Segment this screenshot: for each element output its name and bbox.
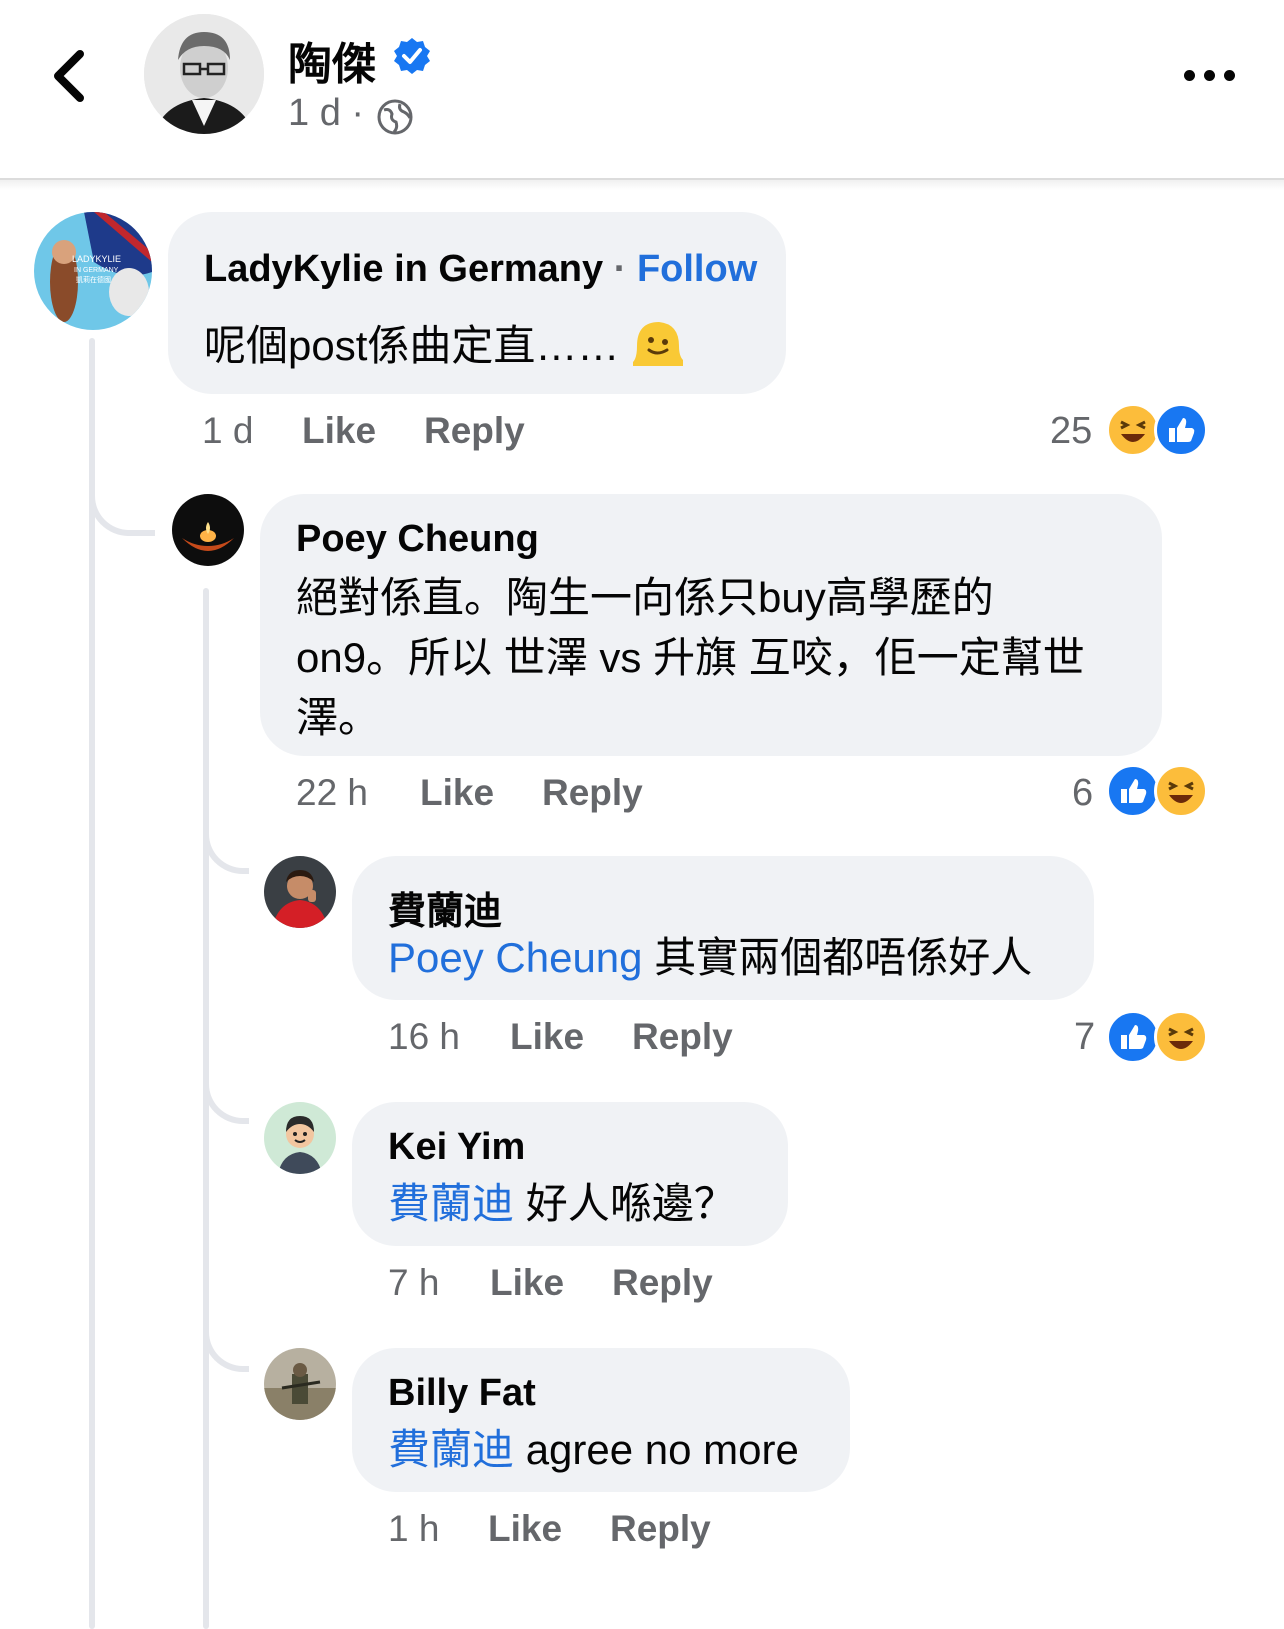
author-name[interactable]: LadyKylie in Germany [204,248,603,290]
more-button[interactable] [1180,56,1240,96]
thread-line-reply [203,588,209,1629]
reaction-count[interactable]: 7 [1074,1016,1095,1059]
avatar-subtext: IN GERMANY [74,267,119,274]
comment-time: 16 h [388,1016,461,1057]
comment-bubble: 費蘭迪 Poey Cheung 其實兩個都唔係好人 [352,856,1094,1000]
comment-time: 1 d [202,410,254,451]
avatar[interactable] [264,1348,336,1420]
comment-time: 7 h [388,1262,440,1303]
person-photo-icon [144,14,264,134]
comment-text: 絕對係直。陶生一向係只buy高學歷的 on9。所以 世澤 vs 升旗 互咬，佢一… [296,568,1146,748]
reply-button[interactable]: Reply [612,1262,713,1304]
reply-button[interactable]: Reply [424,410,525,452]
like-button[interactable]: Like [420,772,494,814]
haha-reaction-icon [1106,403,1160,457]
follow-separator: · [613,248,627,290]
comment-body: 好人喺邊？ [525,1180,736,1227]
comment-time: 1 h [388,1508,440,1549]
comment-body: 其實兩個都唔係好人 [654,934,1033,981]
page-avatar[interactable] [144,14,264,134]
comment-text: 費蘭迪 好人喺邊？ [388,1174,736,1234]
comment-author: LadyKylie in Germany · Follow [204,248,757,291]
reply-button[interactable]: Reply [610,1508,711,1550]
comment-author[interactable]: 費蘭迪 [388,880,502,935]
post-header: 陶傑 1 d · [0,0,1284,178]
like-button[interactable]: Like [510,1016,584,1058]
reaction-count[interactable]: 25 [1050,410,1092,453]
like-reaction-icon [1154,403,1208,457]
globe-icon [377,99,413,135]
thread-connector [203,1326,249,1372]
reply-button[interactable]: Reply [632,1016,733,1058]
thread-connector [203,1078,249,1124]
comment-text: Poey Cheung 其實兩個都唔係好人 [388,928,1032,988]
mention-link[interactable]: 費蘭迪 [388,1426,514,1473]
melting-face-emoji-icon [633,322,684,366]
more-horizontal-icon [1184,70,1195,81]
like-reaction-icon [1106,764,1160,818]
verified-badge-icon [394,38,430,74]
comment-body: agree no more [525,1426,799,1473]
comment-author[interactable]: Billy Fat [388,1372,536,1415]
mention-link[interactable]: Poey Cheung [388,934,643,981]
avatar[interactable]: LADYKYLIE IN GERMANY 凱莉在德國 [34,212,152,330]
avatar[interactable] [172,494,244,566]
thread-line-main [89,338,95,1629]
avatar-subtext-2: 凱莉在德國 [76,275,111,284]
reply-button[interactable]: Reply [542,772,643,814]
comment-bubble: Billy Fat 費蘭迪 agree no more [352,1348,850,1492]
comment-text: 呢個post係曲定直…… [204,316,685,376]
more-dot [1204,70,1215,81]
haha-reaction-icon [1154,1010,1208,1064]
back-button[interactable] [44,40,104,110]
avatar-text: LADYKYLIE [72,254,121,264]
follow-button[interactable]: Follow [637,248,757,290]
comment-time: 22 h [296,772,369,813]
thread-connector [203,828,249,874]
page-name[interactable]: 陶傑 [288,28,376,92]
comment-body: 呢個post係曲定直…… [204,322,620,369]
comment-text: 費蘭迪 agree no more [388,1420,799,1480]
chevron-left-icon [54,50,84,102]
comment-line: 澤。 [296,694,381,741]
like-button[interactable]: Like [302,410,376,452]
comment-bubble: Poey Cheung 絕對係直。陶生一向係只buy高學歷的 on9。所以 世澤… [260,494,1162,756]
like-button[interactable]: Like [490,1262,564,1304]
header-shadow [0,180,1284,190]
reaction-count[interactable]: 6 [1072,772,1093,815]
mention-link[interactable]: 費蘭迪 [388,1180,514,1227]
comment-line: 絕對係直。陶生一向係只buy高學歷的 [296,574,994,621]
post-time: 1 d · [288,92,365,134]
comment-author[interactable]: Kei Yim [388,1126,525,1169]
thread-connector [89,470,155,536]
comment-author[interactable]: Poey Cheung [296,518,539,561]
like-reaction-icon [1106,1010,1160,1064]
comment-line: on9。所以 世澤 vs 升旗 互咬，佢一定幫世 [296,634,1085,681]
like-button[interactable]: Like [488,1508,562,1550]
more-dot [1224,70,1235,81]
haha-reaction-icon [1154,764,1208,818]
avatar[interactable] [264,856,336,928]
comment-bubble: LadyKylie in Germany · Follow 呢個post係曲定直… [168,212,786,394]
avatar[interactable] [264,1102,336,1174]
comment-bubble: Kei Yim 費蘭迪 好人喺邊？ [352,1102,788,1246]
